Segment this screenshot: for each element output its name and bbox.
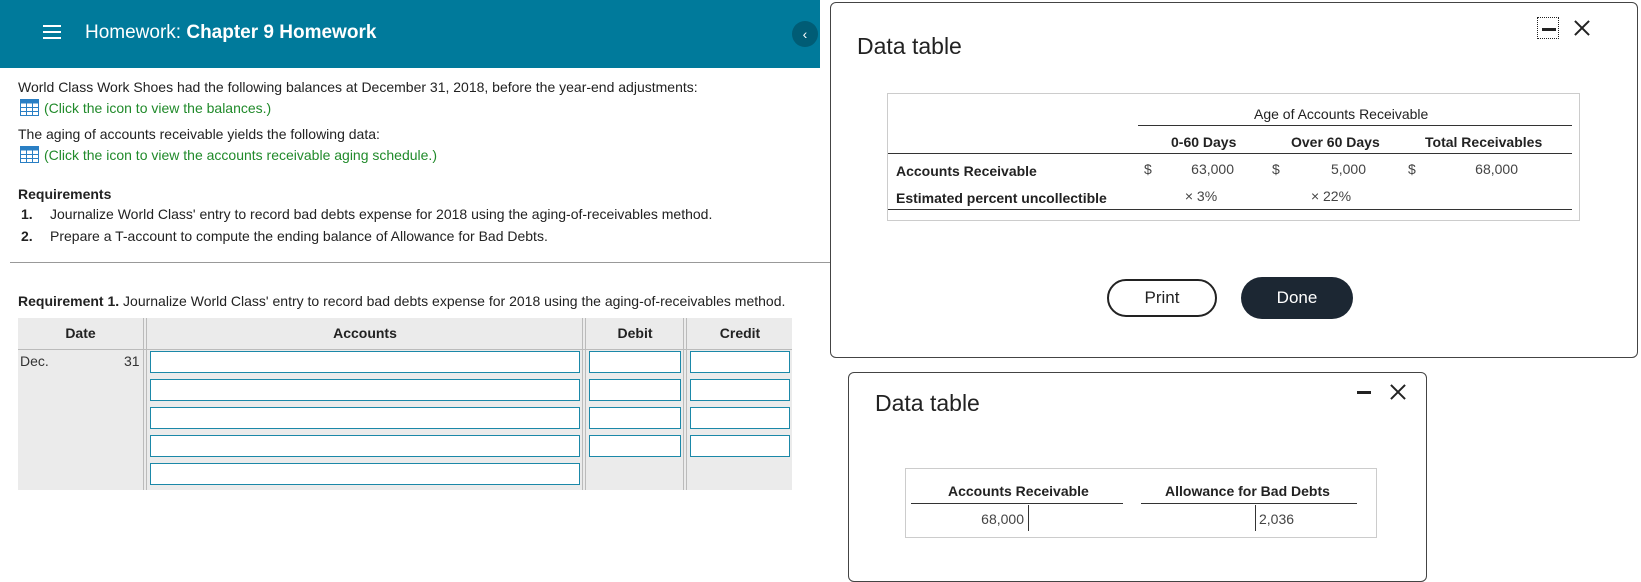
aging-schedule-link-text[interactable]: (Click the icon to view the accounts rec… (44, 147, 437, 163)
requirement-1-prompt: Requirement 1. Journalize World Class' e… (18, 293, 785, 309)
balances-link[interactable]: (Click the icon to view the balances.) (20, 99, 271, 116)
header-rule (888, 153, 1572, 154)
debit-input[interactable] (589, 435, 681, 457)
currency-symbol: $ (1144, 161, 1152, 177)
account-input[interactable] (150, 379, 580, 401)
pct-over-60-value: × 22% (1310, 188, 1352, 204)
requirement-1-text: Journalize World Class' entry to record … (119, 293, 786, 309)
t-account-rule (1141, 503, 1357, 504)
col-header-date: Date (65, 325, 96, 341)
t-account-divider (1028, 505, 1029, 531)
footer-rule (888, 209, 1572, 210)
t-accounts-table: Accounts Receivable 68,000 Allowance for… (905, 468, 1377, 538)
title-prefix: Homework: (85, 22, 182, 43)
header-divider (18, 349, 792, 350)
dialog-title: Data table (875, 390, 980, 416)
column-divider (582, 318, 586, 490)
requirements-heading: Requirements (18, 186, 112, 202)
date-month: Dec. (20, 353, 49, 369)
page-title: Homework: Chapter 9 Homework (85, 22, 376, 44)
currency-symbol: $ (1272, 161, 1280, 177)
t-account-data-table-dialog: Data table Accounts Receivable 68,000 Al… (848, 372, 1427, 582)
pct-0-60-value: × 3% (1184, 188, 1218, 204)
close-icon[interactable] (1387, 381, 1409, 403)
account-input[interactable] (150, 463, 580, 485)
t-account-title-ar: Accounts Receivable (948, 483, 1089, 499)
menu-icon[interactable] (43, 25, 61, 39)
header-rule (1138, 125, 1572, 126)
debit-input[interactable] (589, 407, 681, 429)
ar-over-60-value: 5,000 (1330, 161, 1366, 177)
account-input[interactable] (150, 351, 580, 373)
requirement-text: Journalize World Class' entry to record … (50, 206, 713, 222)
t-account-rule (911, 503, 1123, 504)
title-name: Chapter 9 Homework (186, 22, 377, 43)
debit-input[interactable] (589, 351, 681, 373)
credit-input[interactable] (690, 379, 790, 401)
done-button[interactable]: Done (1241, 277, 1353, 319)
t-account-divider (1255, 505, 1256, 531)
table-icon[interactable] (20, 99, 39, 116)
account-input[interactable] (150, 407, 580, 429)
credit-input[interactable] (690, 351, 790, 373)
journal-entry-table: Date Accounts Debit Credit Dec. 31 (18, 318, 792, 490)
aging-text: The aging of accounts receivable yields … (18, 126, 380, 142)
row-label-estimated-percent: Estimated percent uncollectible (896, 190, 1107, 206)
aging-data-table-dialog: Data table Age of Accounts Receivable 0-… (830, 2, 1638, 358)
top-bar: Homework: Chapter 9 Homework ‹ (0, 0, 820, 68)
debit-input[interactable] (589, 379, 681, 401)
aging-schedule-link[interactable]: (Click the icon to view the accounts rec… (20, 146, 437, 163)
dialog-title: Data table (857, 33, 962, 59)
requirement-1-label: Requirement 1. (18, 293, 120, 309)
col-header-accounts: Accounts (333, 325, 397, 341)
ar-debit-balance: 68,000 (981, 511, 1024, 527)
section-divider (10, 262, 830, 263)
requirement-number: 1. (21, 206, 33, 222)
col-header-over-60: Over 60 Days (1291, 134, 1380, 150)
credit-input[interactable] (690, 407, 790, 429)
close-icon[interactable] (1571, 17, 1593, 39)
column-divider (143, 318, 147, 490)
allowance-credit-balance: 2,036 (1259, 511, 1295, 527)
minimize-icon[interactable] (1353, 381, 1375, 403)
credit-input[interactable] (690, 435, 790, 457)
col-header-total: Total Receivables (1425, 134, 1543, 150)
ar-total-value: 68,000 (1475, 161, 1518, 177)
print-button[interactable]: Print (1107, 279, 1217, 317)
col-header-0-60: 0-60 Days (1171, 134, 1237, 150)
balances-link-text[interactable]: (Click the icon to view the balances.) (44, 100, 271, 116)
account-input[interactable] (150, 435, 580, 457)
t-account-title-allowance: Allowance for Bad Debts (1165, 483, 1330, 499)
currency-symbol: $ (1408, 161, 1416, 177)
requirement-number: 2. (21, 228, 33, 244)
col-header-debit: Debit (617, 325, 653, 341)
column-divider (683, 318, 687, 490)
requirement-item: 2. Prepare a T-account to compute the end… (21, 228, 548, 244)
col-header-credit: Credit (719, 325, 761, 341)
intro-text: World Class Work Shoes had the following… (18, 79, 698, 95)
ar-0-60-value: 63,000 (1191, 161, 1234, 177)
group-header: Age of Accounts Receivable (1254, 106, 1429, 122)
collapse-panel-button[interactable]: ‹ (792, 21, 818, 47)
table-icon[interactable] (20, 146, 39, 163)
minimize-icon[interactable] (1537, 17, 1559, 39)
row-label-ar: Accounts Receivable (896, 163, 1037, 179)
requirement-text: Prepare a T-account to compute the endin… (50, 228, 548, 244)
aging-schedule-table: Age of Accounts Receivable 0-60 Days Ove… (887, 93, 1580, 221)
requirement-item: 1. Journalize World Class' entry to recor… (21, 206, 712, 222)
date-day: 31 (124, 353, 140, 369)
